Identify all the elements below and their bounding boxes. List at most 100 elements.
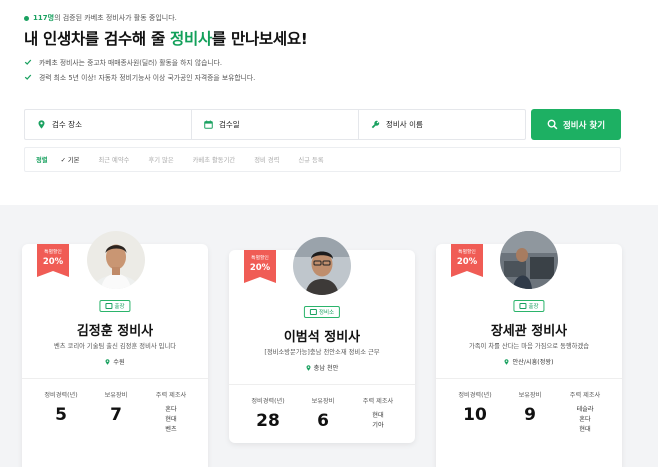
location-pin-icon (38, 120, 45, 129)
makers-stat: 주력 제조사 혼다 현대 벤츠 (140, 390, 202, 435)
career-stat: 정비경력(년) 10 (444, 390, 506, 425)
info-check-1: 카베초 정비사는 중고차 매매종사원(딜러) 활동을 하지 않습니다. (24, 57, 222, 67)
equipment-value: 7 (110, 405, 122, 425)
makers-label: 주력 제조사 (569, 392, 601, 399)
location-pin-icon (105, 358, 110, 365)
location-field-label: 검수 장소 (52, 120, 82, 129)
mechanic-name-field-label: 정비사 이름 (386, 120, 423, 129)
info-check-2: 경력 최소 5년 이상! 자동차 정비기능사 이상 국가공인 자격증을 보유합니… (24, 72, 255, 82)
maker-item: 테슬라 (576, 406, 594, 413)
check-icon (24, 59, 32, 65)
service-type-tag: 출장 (99, 300, 131, 312)
career-label: 정비경력(년) (458, 392, 492, 399)
career-stat: 정비경력(년) 5 (30, 390, 92, 425)
maker-item: 혼다 (165, 406, 177, 413)
maker-item: 혼다 (579, 416, 591, 423)
location-text: 안산/시흥(정왕) (512, 359, 554, 366)
status-dot-icon (24, 15, 29, 21)
service-type-tag: 출장 (513, 300, 545, 312)
date-field[interactable]: 검수일 (192, 110, 359, 139)
sort-option-recent-bookings[interactable]: 최근 예약수 (98, 155, 129, 164)
discount-badge-label: 특별할인 (458, 250, 476, 255)
check-icon (24, 74, 32, 80)
mechanic-location: 안산/시흥(정왕) (436, 357, 622, 366)
page-title: 내 인생차를 검수해 줄 정비사를 만나보세요! (24, 27, 308, 49)
mechanic-count: 117명 (33, 14, 55, 22)
mechanic-description: [정비소방문가능]충남 천안소재 정비소 근무 (264, 349, 380, 356)
title-highlight: 정비사 (170, 30, 212, 48)
discount-badge: 특별할인 20% (451, 244, 483, 277)
title-part-1: 내 인생차를 검수해 줄 (24, 30, 171, 48)
mechanic-location: 충남 천안 (229, 363, 415, 372)
wrench-icon (371, 120, 380, 129)
makers-label: 주력 제조사 (362, 398, 394, 405)
sort-option-career[interactable]: 정비 경력 (254, 155, 279, 164)
location-text: 충남 천안 (313, 365, 339, 372)
card-divider (229, 384, 415, 385)
career-value: 28 (256, 411, 280, 431)
search-icon (547, 119, 558, 130)
calendar-icon (204, 120, 213, 129)
discount-badge-value: 20% (456, 257, 478, 267)
mechanic-description: 가족이 차를 산다는 마음 가짐으로 동행하겠습 (468, 343, 590, 350)
maker-item: 현대 (372, 412, 384, 419)
equipment-stat: 보유장비 7 (85, 390, 147, 425)
mechanic-name: 장세관 정비사 (490, 324, 568, 339)
find-mechanic-label: 정비사 찾기 (562, 120, 606, 131)
title-part-2: 를 만나보세요! (211, 30, 308, 48)
makers-list: 테슬라 혼다 현대 (554, 405, 616, 435)
mechanic-card[interactable]: 특별할인 20% 출장 김정훈 정비사 벤츠 코리아 기술팀 출신 김정훈 정비… (22, 231, 208, 467)
discount-badge-value: 20% (249, 263, 271, 273)
maker-item: 기아 (372, 422, 384, 429)
mechanic-card[interactable]: 특별할인 20% 출장 장세관 정비사 가족이 차를 산다는 마음 가짐으로 동… (436, 231, 622, 467)
equipment-stat: 보유장비 6 (292, 396, 354, 431)
career-value: 5 (55, 405, 67, 425)
career-label: 정비경력(년) (251, 398, 285, 405)
mechanic-count-text: 의 검증된 카베초 정비사가 활동 중입니다. (54, 14, 177, 22)
equipment-label: 보유장비 (518, 392, 542, 399)
equipment-label: 보유장비 (311, 398, 335, 405)
mechanic-name: 김정훈 정비사 (76, 324, 154, 339)
location-text: 수원 (113, 359, 125, 366)
card-divider (436, 378, 622, 379)
hero-section: 117명 의 검증된 카베초 정비사가 활동 중입니다. 내 인생차를 검수해 … (0, 0, 658, 205)
equipment-value: 6 (317, 411, 329, 431)
date-field-label: 검수일 (219, 120, 240, 129)
makers-label: 주력 제조사 (155, 392, 187, 399)
info-check-text: 경력 최소 5년 이상! 자동차 정비기능사 이상 국가공인 자격증을 보유합니… (39, 74, 256, 82)
sort-option-most-reviews[interactable]: 후기 많은 (148, 155, 173, 164)
sort-option-new[interactable]: 신규 등록 (298, 155, 323, 164)
mechanic-name-field[interactable]: 정비사 이름 (359, 110, 525, 139)
discount-badge-value: 20% (42, 257, 64, 267)
makers-list: 혼다 현대 벤츠 (140, 405, 202, 435)
mechanic-name: 이범석 정비사 (283, 330, 361, 345)
career-label: 정비경력(년) (44, 392, 78, 399)
sort-label: 정렬 (36, 157, 48, 164)
equipment-stat: 보유장비 9 (499, 390, 561, 425)
location-pin-icon (306, 364, 311, 371)
discount-badge: 특별할인 20% (244, 250, 276, 283)
service-type-tag: 정비소 (303, 306, 341, 318)
mechanic-count-line: 117명 의 검증된 카베초 정비사가 활동 중입니다. (24, 13, 177, 23)
makers-stat: 주력 제조사 현대 기아 (347, 396, 409, 431)
equipment-label: 보유장비 (104, 392, 128, 399)
card-divider (22, 378, 208, 379)
maker-item: 벤츠 (165, 426, 177, 433)
mechanic-description: 벤츠 코리아 기술팀 출신 김정훈 정비사 입니다 (53, 343, 177, 350)
mechanic-card[interactable]: 특별할인 20% 정비소 이범석 정비사 [정비소방문가능]충남 천안소재 정비… (229, 237, 415, 443)
discount-badge-label: 특별할인 (251, 256, 269, 261)
mechanic-location: 수원 (22, 357, 208, 366)
maker-item: 현대 (579, 426, 591, 433)
discount-badge: 특별할인 20% (37, 244, 69, 277)
career-stat: 정비경력(년) 28 (237, 396, 299, 431)
location-field[interactable]: 검수 장소 (25, 110, 192, 139)
makers-list: 현대 기아 (347, 411, 409, 431)
find-mechanic-button[interactable]: 정비사 찾기 (531, 109, 621, 140)
sort-option-default[interactable]: 기본 (61, 155, 80, 164)
equipment-value: 9 (524, 405, 536, 425)
avatar (500, 231, 558, 289)
maker-item: 현대 (165, 416, 177, 423)
info-check-text: 카베초 정비사는 중고차 매매종사원(딜러) 활동을 하지 않습니다. (39, 59, 223, 67)
avatar (293, 237, 351, 295)
sort-option-activity-period[interactable]: 카베초 활동기간 (193, 155, 236, 164)
